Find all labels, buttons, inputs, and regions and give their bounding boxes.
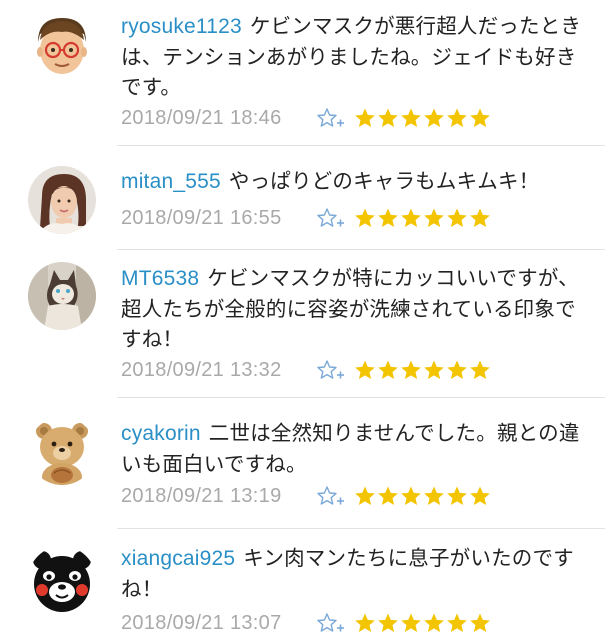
star-icon	[378, 360, 398, 379]
username-link[interactable]: mitan_555	[121, 170, 221, 193]
comment-item: ryosuke1123 ケビンマスクが悪行超人だったときは、テンションあがりました…	[0, 0, 605, 146]
star-icon	[424, 208, 444, 227]
star-icon	[378, 613, 398, 632]
star-icon	[447, 613, 467, 632]
star-icon	[355, 486, 375, 505]
comment-text: やっぱりどのキャラもムキムキ！	[228, 169, 540, 193]
username-link[interactable]: xiangcai925	[121, 547, 235, 570]
star-icon	[470, 613, 490, 632]
add-favorite-icon[interactable]	[316, 358, 350, 382]
star-icon	[424, 360, 444, 379]
star-icon	[355, 208, 375, 227]
comment-body: mitan_555 やっぱりどのキャラもムキムキ！	[121, 166, 591, 197]
add-favorite-icon[interactable]	[316, 611, 350, 635]
star-icon	[424, 108, 444, 127]
comment-meta: 2018/09/21 13:19	[121, 481, 491, 511]
star-icon	[401, 108, 421, 127]
star-icon	[401, 613, 421, 632]
star-icon	[447, 360, 467, 379]
star-icon	[470, 486, 490, 505]
comment-meta: 2018/09/21 13:32	[121, 355, 491, 385]
comment-item: cyakorin 二世は全然知りませんでした。親との違いも面白いですね。 2018…	[0, 397, 605, 529]
star-icon	[355, 108, 375, 127]
comment-list: ryosuke1123 ケビンマスクが悪行超人だったときは、テンションあがりました…	[0, 0, 605, 640]
teddy-bear-avatar[interactable]	[28, 417, 96, 485]
comment-body: cyakorin 二世は全然知りませんでした。親との違いも面白いですね。	[121, 418, 591, 479]
kumamon-avatar[interactable]	[28, 546, 96, 614]
star-icon	[401, 486, 421, 505]
star-icon	[424, 486, 444, 505]
star-icon	[355, 360, 375, 379]
star-icon	[447, 208, 467, 227]
username-link[interactable]: MT6538	[121, 267, 199, 290]
add-favorite-icon[interactable]	[316, 106, 350, 130]
star-icon	[447, 108, 467, 127]
comment-body: ryosuke1123 ケビンマスクが悪行超人だったときは、テンションあがりました…	[121, 11, 591, 102]
username-link[interactable]: ryosuke1123	[121, 15, 242, 38]
star-icon	[470, 108, 490, 127]
comment-body: MT6538 ケビンマスクが特にカッコいいですが、超人たちが全般的に容姿が洗練され…	[121, 263, 591, 354]
comment-body: xiangcai925 キン肉マンたちに息子がいたのですね！	[121, 543, 591, 604]
star-icon	[424, 613, 444, 632]
comment-timestamp: 2018/09/21 18:46	[121, 106, 282, 129]
comment-timestamp: 2018/09/21 13:19	[121, 484, 282, 507]
star-icon	[378, 208, 398, 227]
comment-meta: 2018/09/21 16:55	[121, 203, 491, 233]
star-icon	[447, 486, 467, 505]
comment-meta: 2018/09/21 13:07	[121, 608, 491, 638]
comment-meta: 2018/09/21 18:46	[121, 103, 491, 133]
star-icon	[401, 360, 421, 379]
star-rating	[354, 207, 491, 229]
comment-item: xiangcai925 キン肉マンたちに息子がいたのですね！ 2018/09/21…	[0, 529, 605, 640]
comment-timestamp: 2018/09/21 16:55	[121, 206, 282, 229]
star-rating	[354, 107, 491, 129]
comment-item: MT6538 ケビンマスクが特にカッコいいですが、超人たちが全般的に容姿が洗練され…	[0, 250, 605, 398]
comment-item: mitan_555 やっぱりどのキャラもムキムキ！ 2018/09/21 16:5…	[0, 146, 605, 250]
cat-photo-avatar[interactable]	[28, 262, 96, 330]
star-icon	[355, 613, 375, 632]
cartoon-man-glasses-avatar[interactable]	[28, 12, 96, 80]
add-favorite-icon[interactable]	[316, 484, 350, 508]
star-rating	[354, 612, 491, 634]
star-icon	[470, 360, 490, 379]
comment-timestamp: 2018/09/21 13:07	[121, 611, 282, 634]
star-rating	[354, 359, 491, 381]
star-icon	[470, 208, 490, 227]
add-favorite-icon[interactable]	[316, 206, 350, 230]
woman-photo-avatar[interactable]	[28, 166, 96, 234]
star-icon	[401, 208, 421, 227]
comment-timestamp: 2018/09/21 13:32	[121, 358, 282, 381]
username-link[interactable]: cyakorin	[121, 422, 201, 445]
star-rating	[354, 485, 491, 507]
star-icon	[378, 486, 398, 505]
star-icon	[378, 108, 398, 127]
